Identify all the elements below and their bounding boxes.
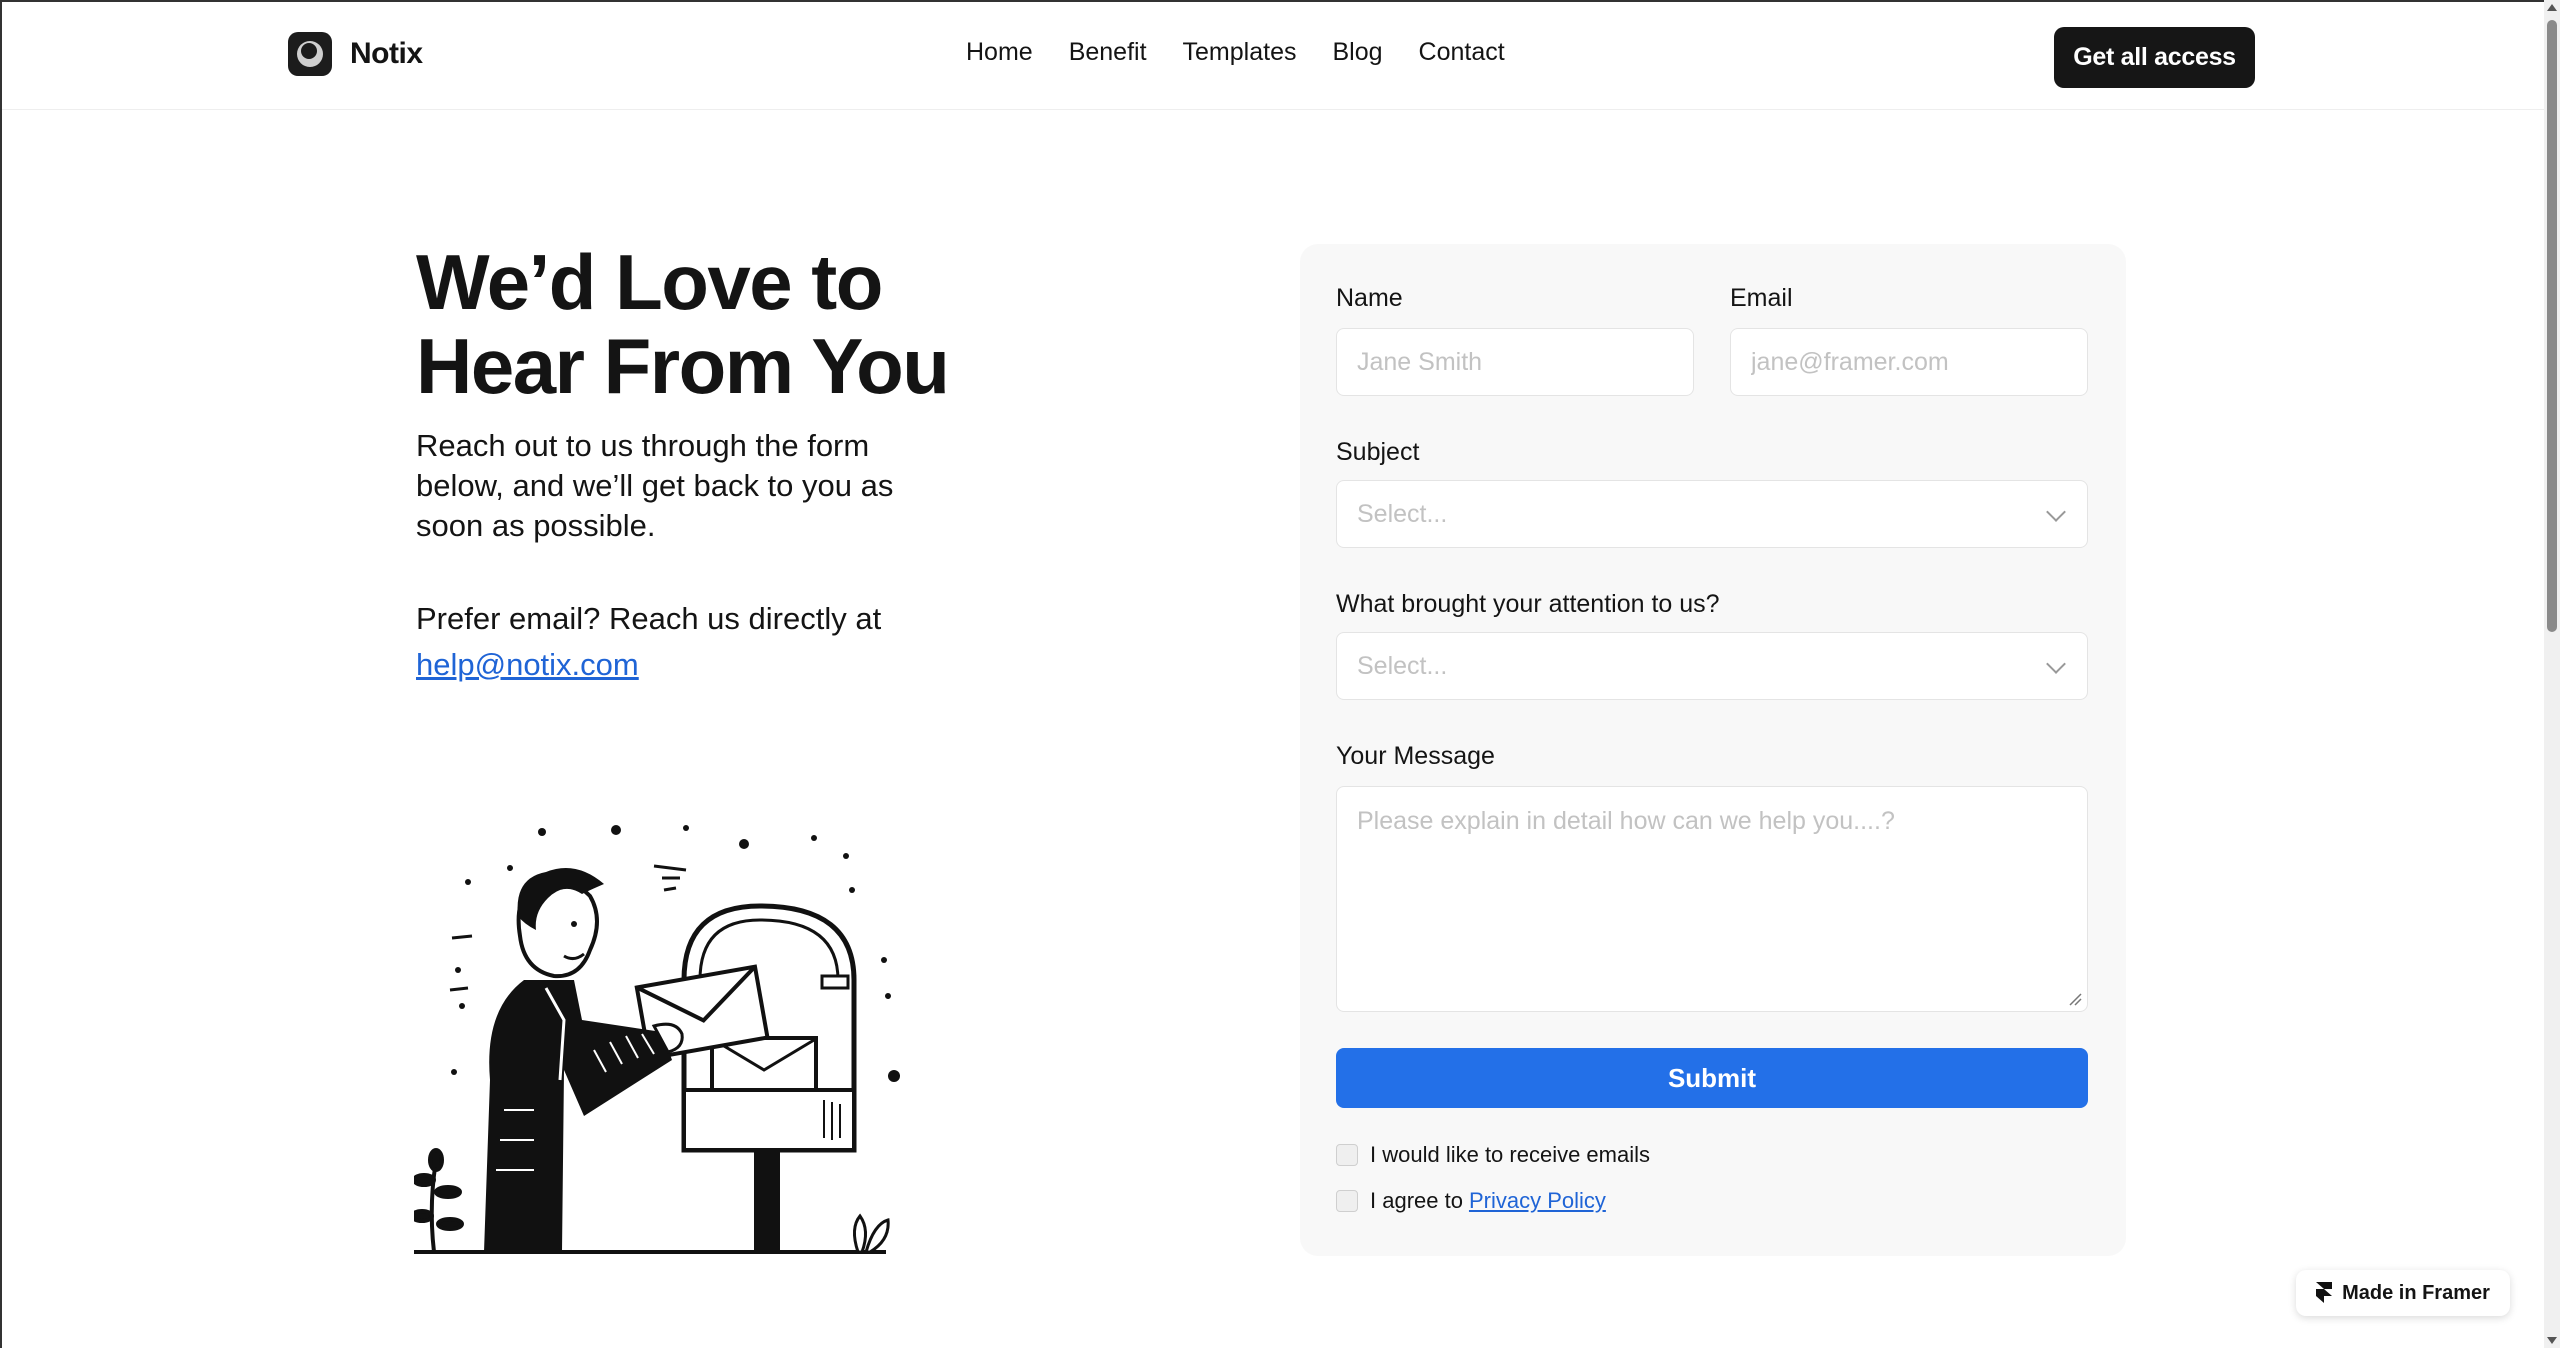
logo-icon <box>288 32 332 76</box>
contact-email-link[interactable]: help@notix.com <box>416 647 639 682</box>
badge-label: Made in Framer <box>2342 1281 2490 1304</box>
chevron-down-icon <box>2046 654 2066 674</box>
privacy-policy-link[interactable]: Privacy Policy <box>1469 1188 1606 1214</box>
nav-templates[interactable]: Templates <box>1183 38 1297 67</box>
framer-logo-icon <box>2316 1282 2333 1303</box>
attention-label: What brought your attention to us? <box>1336 590 1720 618</box>
submit-button[interactable]: Submit <box>1336 1048 2088 1108</box>
vertical-scrollbar[interactable] <box>2544 0 2560 1348</box>
subject-select[interactable]: Select... <box>1336 480 2088 548</box>
scroll-up-arrow-icon[interactable] <box>2547 4 2557 11</box>
email-input[interactable] <box>1730 328 2088 396</box>
email-prefix-text: Prefer email? Reach us directly at <box>416 601 882 636</box>
nav-home[interactable]: Home <box>966 38 1033 67</box>
receive-emails-row: I would like to receive emails <box>1336 1142 1650 1168</box>
contact-email-line: Prefer email? Reach us directly at help@… <box>416 596 976 688</box>
scrollbar-thumb[interactable] <box>2547 20 2557 632</box>
subject-label: Subject <box>1336 438 1420 466</box>
brand-name: Notix <box>350 37 423 70</box>
person-mailbox-illustration <box>414 825 900 1254</box>
privacy-agree-checkbox[interactable] <box>1336 1190 1358 1212</box>
scroll-down-arrow-icon[interactable] <box>2547 1337 2557 1344</box>
message-textarea[interactable] <box>1336 786 2088 1012</box>
privacy-agree-prefix: I agree to <box>1370 1188 1463 1213</box>
brand-logo[interactable]: Notix <box>288 32 423 76</box>
nav-contact[interactable]: Contact <box>1419 38 1505 67</box>
receive-emails-checkbox[interactable] <box>1336 1144 1358 1166</box>
message-wrapper <box>1336 786 2088 1012</box>
nav-benefit[interactable]: Benefit <box>1069 38 1147 67</box>
message-label: Your Message <box>1336 742 1495 770</box>
page-title: We’d Love to Hear From You <box>416 238 950 410</box>
resize-handle-icon[interactable] <box>2068 992 2082 1006</box>
subject-select-value: Select... <box>1357 499 1448 528</box>
name-input[interactable] <box>1336 328 1694 396</box>
name-label: Name <box>1336 284 1403 312</box>
attention-select-value: Select... <box>1357 651 1448 680</box>
chevron-down-icon <box>2046 502 2066 522</box>
privacy-agree-row: I agree to Privacy Policy <box>1336 1188 1606 1214</box>
site-header: Notix Home Benefit Templates Blog Contac… <box>2 2 2544 110</box>
attention-select[interactable]: Select... <box>1336 632 2088 700</box>
email-label: Email <box>1730 284 1793 312</box>
contact-form: Name Email Subject Select... What brough… <box>1300 244 2126 1256</box>
main-nav: Home Benefit Templates Blog Contact <box>966 38 1505 67</box>
made-in-framer-badge[interactable]: Made in Framer <box>2296 1270 2510 1316</box>
get-all-access-button[interactable]: Get all access <box>2054 27 2255 88</box>
page: Notix Home Benefit Templates Blog Contac… <box>0 0 2544 1348</box>
nav-blog[interactable]: Blog <box>1332 38 1382 67</box>
receive-emails-label: I would like to receive emails <box>1370 1142 1651 1167</box>
hero-description: Reach out to us through the form below, … <box>416 428 894 543</box>
